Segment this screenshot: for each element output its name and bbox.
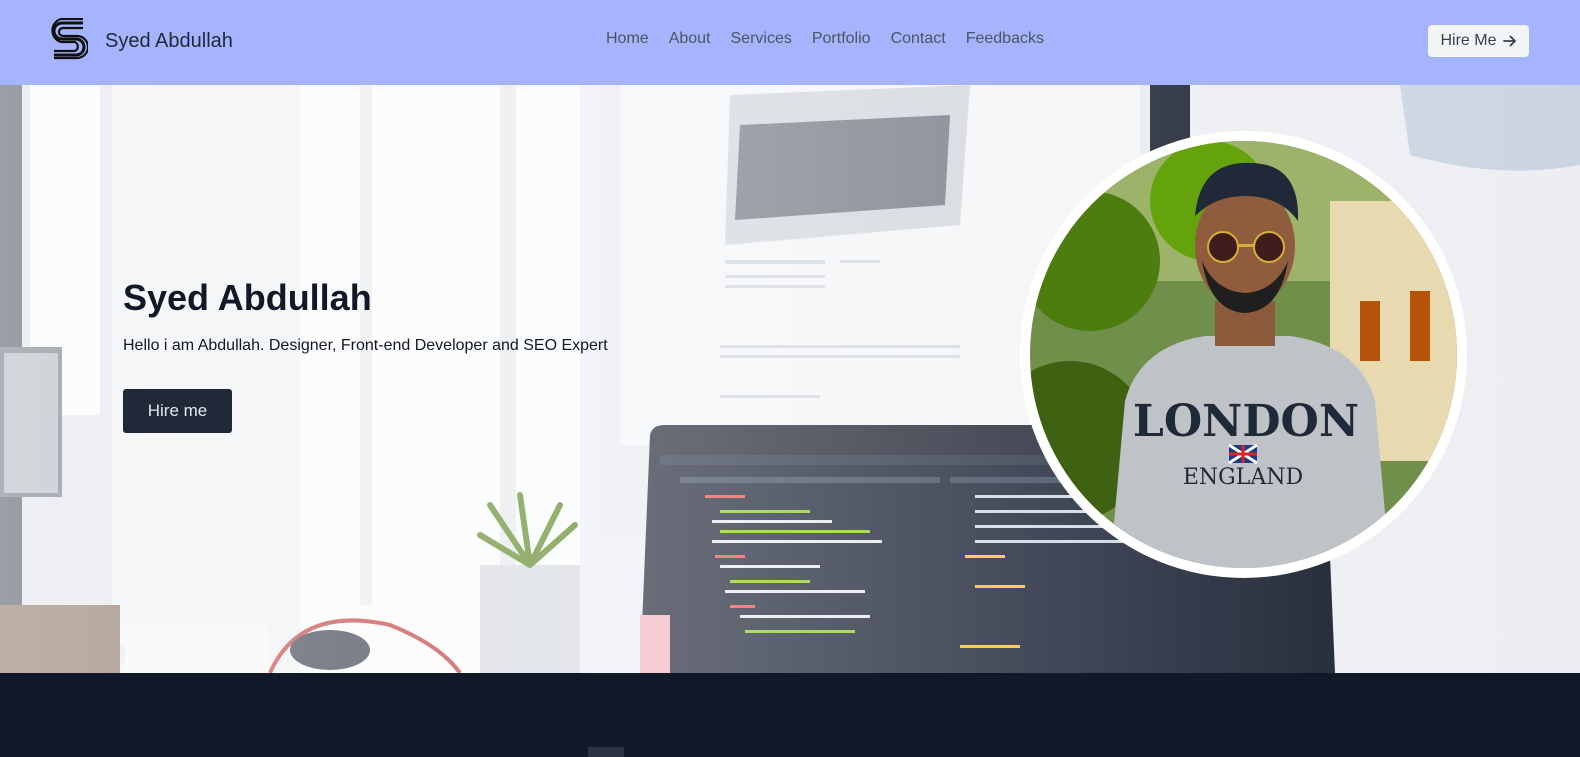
brand-name: Syed Abdullah <box>105 29 233 52</box>
navbar: Syed Abdullah Home About Services Portfo… <box>0 0 1580 85</box>
main-nav: Home About Services Portfolio Contact Fe… <box>606 30 1044 48</box>
hero-title: Syed Abdullah <box>123 277 372 318</box>
profile-photo: LONDON ENGLAND <box>1030 141 1457 568</box>
nav-services[interactable]: Services <box>731 30 792 48</box>
shirt-text-london: LONDON <box>1133 396 1359 447</box>
section-top-marker <box>588 747 624 757</box>
hero-section: Syed Abdullah Hello i am Abdullah. Desig… <box>0 85 1580 673</box>
nav-contact[interactable]: Contact <box>891 30 946 48</box>
brand-link[interactable]: Syed Abdullah <box>50 18 233 64</box>
nav-portfolio[interactable]: Portfolio <box>812 30 871 48</box>
nav-home[interactable]: Home <box>606 30 649 48</box>
hire-me-hero-button[interactable]: Hire me <box>123 389 232 433</box>
nav-about[interactable]: About <box>669 30 711 48</box>
hire-me-nav-button[interactable]: Hire Me <box>1428 25 1529 57</box>
s-logo-icon <box>51 18 88 60</box>
arrow-right-icon <box>1502 35 1516 47</box>
hero-subtitle: Hello i am Abdullah. Designer, Front-end… <box>123 337 608 354</box>
next-section <box>0 673 1580 757</box>
hire-me-nav-label: Hire Me <box>1440 32 1497 49</box>
nav-feedbacks[interactable]: Feedbacks <box>966 30 1044 48</box>
shirt-text-england: ENGLAND <box>1183 465 1303 490</box>
profile-avatar: LONDON ENGLAND <box>1020 131 1467 578</box>
